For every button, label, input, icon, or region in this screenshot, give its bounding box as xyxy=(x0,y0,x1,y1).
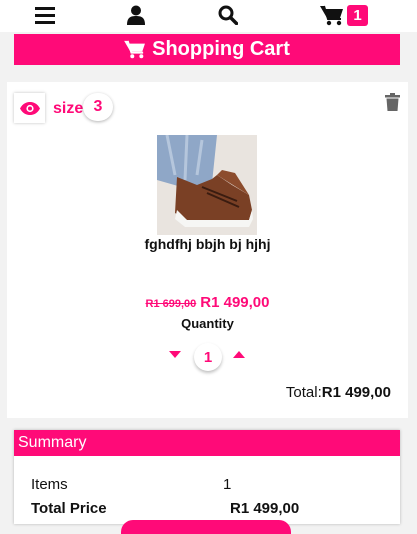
delete-item-button[interactable] xyxy=(385,93,400,111)
item-total-label: Total: xyxy=(285,384,322,401)
search-icon[interactable] xyxy=(217,4,239,26)
sale-price: R1 499,00 xyxy=(200,294,270,311)
view-product-button[interactable] xyxy=(14,93,45,123)
cart-icon xyxy=(124,40,146,59)
original-price: R1 699,00 xyxy=(145,298,197,310)
summary-items-value: 1 xyxy=(223,476,232,493)
quantity-value[interactable]: 1 xyxy=(194,343,222,371)
product-image[interactable] xyxy=(157,135,257,235)
product-name[interactable]: fghdfhj bbjh bj hjhj xyxy=(7,236,408,252)
user-icon[interactable] xyxy=(126,4,146,26)
item-total-value: R1 499,00 xyxy=(321,384,391,401)
summary-items-label: Items xyxy=(31,476,68,493)
price-row: R1 699,00 R1 499,00 xyxy=(7,294,408,312)
cart-count-badge[interactable]: 1 xyxy=(347,5,368,26)
checkout-button[interactable] xyxy=(121,520,291,534)
size-label: size xyxy=(53,100,84,117)
summary-title: Summary xyxy=(14,430,400,456)
menu-icon[interactable] xyxy=(34,4,56,26)
item-total: Total:R1 499,00 xyxy=(286,384,391,401)
size-value[interactable]: 3 xyxy=(83,93,113,121)
cart-icon[interactable] xyxy=(319,4,345,26)
cart-item-card: size 3 fghdfhj bbjh bj hjhj R1 699,00 R1 … xyxy=(7,82,408,418)
quantity-label: Quantity xyxy=(181,316,234,331)
increase-quantity-button[interactable] xyxy=(233,351,245,358)
top-nav-bar: 1 xyxy=(0,0,417,32)
eye-icon xyxy=(19,101,40,115)
summary-total-price-label: Total Price xyxy=(31,500,107,517)
summary-total-price-value: R1 499,00 xyxy=(230,500,300,517)
page-title: Shopping Cart xyxy=(152,38,290,60)
shopping-cart-header: Shopping Cart xyxy=(14,34,400,65)
order-summary: Summary Items 1 Total Price R1 499,00 xyxy=(14,430,400,534)
decrease-quantity-button[interactable] xyxy=(169,351,181,358)
trash-icon xyxy=(385,93,400,111)
